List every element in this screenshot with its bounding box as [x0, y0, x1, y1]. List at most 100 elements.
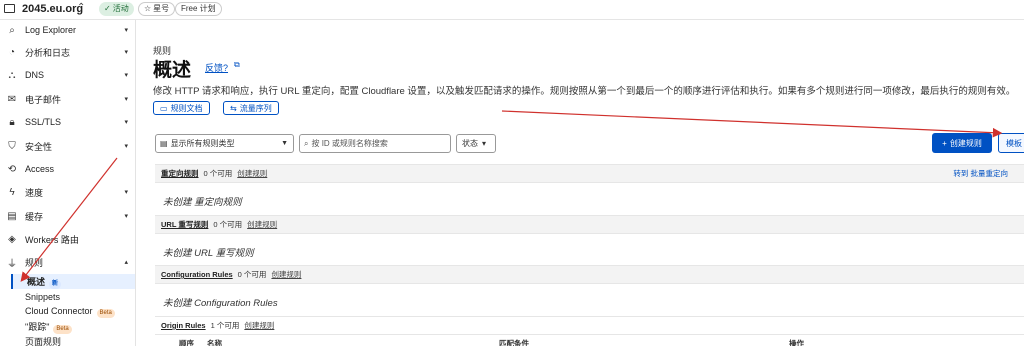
sidebar-subitem-cloud-connector[interactable]: Cloud Connector Beta: [11, 304, 135, 319]
section-header-url-rewrite: URL 重写规则 0 个可用 创建规则: [155, 215, 1024, 234]
chevron-down-icon: ▾: [124, 27, 128, 34]
funnel-icon: ⏚: [7, 258, 17, 270]
section-create-link[interactable]: 创建规则: [244, 320, 274, 331]
traffic-sequence-button[interactable]: ⇆ 流量序列: [223, 101, 279, 115]
rules-docs-label: 规则文档: [170, 103, 203, 113]
top-bar: 2045.eu.org ⌃ ✓ 活动 ☆ 星号 Free 计划: [0, 0, 1024, 20]
account-name[interactable]: 2045.eu.org: [22, 3, 83, 15]
section-header-redirect-rules: 重定向规则 0 个可用 创建规则 转到 批量重定向: [155, 164, 1024, 183]
sidebar-item-speed[interactable]: ϟ 速度 ▾: [0, 182, 136, 202]
sidebar-item-analytics[interactable]: ◔ 分析和日志 ▾: [0, 42, 136, 62]
main-content: 规则 概述 反馈? ⧉ 修改 HTTP 请求和响应，执行 URL 重定向，配置 …: [137, 20, 1024, 346]
chevron-down-icon: ▾: [124, 119, 128, 126]
sidebar-item-dns[interactable]: ⛬ DNS ▾: [0, 65, 136, 85]
sidebar-item-workers-routes[interactable]: ◈ Workers 路由: [0, 229, 136, 249]
create-rule-button[interactable]: + 创建规则: [932, 133, 992, 153]
sidebar-item-label: Access: [25, 164, 55, 174]
sidebar-subitem-text: "跟踪": [25, 321, 50, 332]
sidebar-item-ssl[interactable]: 🔒︎ SSL/TLS ▾: [0, 112, 136, 132]
page-title: 概述: [153, 60, 192, 81]
beta-badge: Beta: [96, 308, 115, 318]
sidebar-subitem-overview[interactable]: 概述新: [11, 274, 135, 289]
external-link-icon[interactable]: ⧉: [234, 60, 240, 70]
bulk-redirect-link[interactable]: 转到 批量重定向: [953, 168, 1008, 179]
search-placeholder: 按 ID 或规则名称搜索: [311, 139, 388, 148]
section-count: 0 个可用: [203, 169, 233, 178]
star-badge-label: 星号: [153, 4, 170, 13]
sidebar-item-label: 安全性: [25, 141, 53, 152]
sidebar-subitem-page-rules[interactable]: 页面规则: [11, 334, 135, 349]
rule-type-filter[interactable]: ▤ 显示所有规则类型 ▼: [155, 134, 294, 153]
rule-type-filter-value: 显示所有规则类型: [170, 139, 235, 148]
search-input[interactable]: ⌕ 按 ID 或规则名称搜索: [299, 134, 451, 153]
network-icon: ⛬: [8, 69, 16, 81]
chart-icon: ◔: [8, 46, 16, 58]
section-name[interactable]: URL 重写规则: [161, 219, 208, 230]
sidebar-item-security[interactable]: ⛉ 安全性 ▾: [0, 136, 136, 156]
sidebar-item-log-explorer[interactable]: ⌕ Log Explorer ▾: [0, 20, 136, 40]
section-create-link[interactable]: 创建规则: [271, 269, 301, 280]
section-header-origin-rules: Origin Rules 1 个可用 创建规则: [155, 316, 1024, 335]
lock-icon: 🔒︎: [9, 116, 15, 128]
sidebar-subitem-label: "跟踪" Beta: [25, 320, 72, 334]
feedback-link[interactable]: 反馈?: [205, 61, 228, 74]
traffic-sequence-label: 流量序列: [239, 103, 272, 113]
rules-docs-button[interactable]: ▭ 规则文档: [153, 101, 210, 115]
sequence-icon: ⇆: [230, 103, 237, 113]
sidebar-item-rules[interactable]: ⏚ 规则 ▴: [0, 252, 136, 272]
empty-state-text: 未创建 重定向规则: [163, 197, 242, 208]
status-filter-button[interactable]: 状态 ▾: [456, 134, 496, 153]
sidebar-subitem-label: Snippets: [25, 291, 61, 302]
section-create-link[interactable]: 创建规则: [237, 168, 267, 179]
sidebar-item-label: 速度: [25, 187, 44, 198]
column-header-action: 操作: [789, 339, 804, 346]
sidebar-subitem-trace[interactable]: "跟踪" Beta: [11, 319, 135, 334]
sidebar-item-access[interactable]: ⟲ Access: [0, 159, 136, 179]
window-icon: [4, 4, 15, 13]
chevron-up-icon: ▴: [124, 259, 128, 266]
section-name[interactable]: Origin Rules: [161, 321, 206, 330]
bolt-icon: ϟ: [9, 186, 15, 198]
status-badge-label: 活动: [112, 4, 129, 13]
plus-icon: +: [942, 138, 947, 148]
column-header-match: 匹配条件: [499, 339, 529, 346]
sidebar-item-label: 缓存: [25, 211, 44, 222]
status-filter-label: 状态: [462, 139, 478, 148]
star-icon: ☆: [144, 4, 152, 13]
cache-icon: ▤: [7, 210, 17, 222]
section-count: 1 个可用: [210, 321, 240, 330]
filter-icon: ▤: [160, 139, 168, 148]
shield-icon: ⛉: [8, 140, 16, 152]
create-rule-label: 创建规则: [949, 138, 982, 148]
sidebar-item-label: Workers 路由: [25, 234, 79, 245]
templates-button[interactable]: 模板: [998, 133, 1024, 153]
section-name[interactable]: Configuration Rules: [161, 270, 233, 279]
section-header-configuration-rules: Configuration Rules 0 个可用 创建规则: [155, 265, 1024, 284]
section-create-link[interactable]: 创建规则: [247, 219, 277, 230]
chevron-down-icon: ▼: [281, 140, 288, 147]
column-header-order: 顺序: [179, 339, 194, 346]
chevron-down-icon: ▾: [124, 96, 128, 103]
sidebar-subitem-text: 概述: [27, 276, 46, 287]
chevron-down-icon: ▾: [124, 143, 128, 150]
sidebar-item-label: Log Explorer: [25, 25, 77, 35]
search-icon: ⌕: [304, 138, 309, 148]
sidebar-subitem-text: Cloud Connector: [25, 305, 93, 316]
mail-icon: ✉: [7, 93, 17, 105]
sidebar-item-label: 分析和日志: [25, 47, 71, 58]
star-badge[interactable]: ☆ 星号: [138, 2, 176, 16]
sidebar-item-label: DNS: [25, 70, 45, 80]
sidebar-subitem-snippets[interactable]: Snippets: [11, 289, 135, 304]
empty-state-text: 未创建 Configuration Rules: [163, 298, 278, 309]
sidebar-item-cache[interactable]: ▤ 缓存 ▾: [0, 206, 136, 226]
check-icon: ✓: [104, 4, 111, 13]
sidebar-item-label: 规则: [25, 257, 44, 268]
sidebar: ⌕ Log Explorer ▾ ◔ 分析和日志 ▾ ⛬ DNS ▾ ✉ 电子邮…: [0, 20, 136, 349]
access-icon: ⟲: [7, 163, 17, 175]
section-count: 0 个可用: [213, 220, 243, 229]
section-name[interactable]: 重定向规则: [161, 168, 199, 179]
sidebar-subitem-label: Cloud Connector Beta: [25, 306, 115, 318]
chevron-updown-icon[interactable]: ⌃: [77, 2, 85, 13]
plan-badge: Free 计划: [175, 2, 222, 16]
sidebar-item-email[interactable]: ✉ 电子邮件 ▾: [0, 89, 136, 109]
